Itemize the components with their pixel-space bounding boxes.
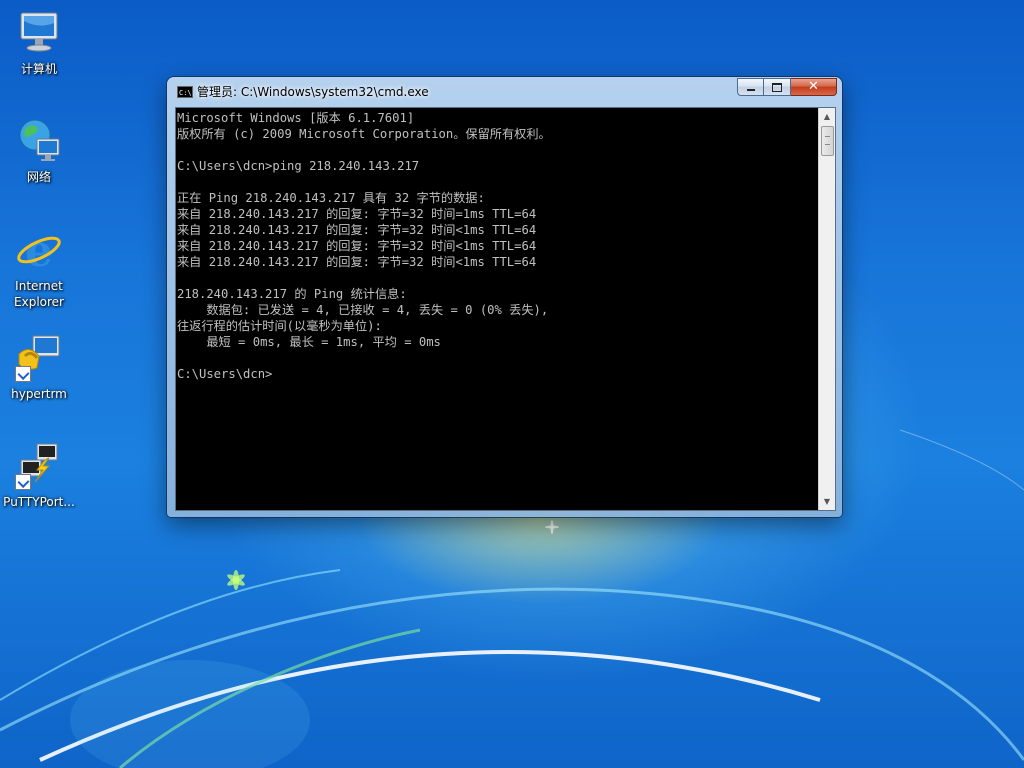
desktop-icon-network[interactable]: 网络 xyxy=(1,117,77,185)
console-line: 218.240.143.217 的 Ping 统计信息: xyxy=(177,287,407,301)
desktop-icon-label: PuTTYPort... xyxy=(3,495,75,509)
shortcut-arrow-icon xyxy=(15,366,31,382)
console-line: 版权所有 (c) 2009 Microsoft Corporation。保留所有… xyxy=(177,127,551,141)
svg-text:e: e xyxy=(25,226,53,274)
caption-buttons: ✕ xyxy=(737,78,837,96)
internet-explorer-icon: e xyxy=(15,226,63,277)
console-line: 来自 218.240.143.217 的回复: 字节=32 时间=1ms TTL… xyxy=(177,207,537,221)
scrollbar-thumb[interactable] xyxy=(821,126,834,156)
desktop-icon-putty[interactable]: PuTTYPort... xyxy=(1,442,77,510)
console-line: 来自 218.240.143.217 的回复: 字节=32 时间<1ms TTL… xyxy=(177,255,537,269)
network-icon xyxy=(15,117,63,165)
console-output: Microsoft Windows [版本 6.1.7601] 版权所有 (c)… xyxy=(177,110,817,506)
console-line: 最短 = 0ms, 最长 = 1ms, 平均 = 0ms xyxy=(206,335,441,349)
cmd-window[interactable]: C:\ 管理员: C:\Windows\system32\cmd.exe ✕ M… xyxy=(167,77,842,517)
console-area[interactable]: Microsoft Windows [版本 6.1.7601] 版权所有 (c)… xyxy=(175,107,836,511)
close-icon: ✕ xyxy=(808,79,819,94)
scroll-up-arrow-icon[interactable]: ▲ xyxy=(819,108,835,125)
desktop-icon-hypertrm[interactable]: hypertrm xyxy=(1,334,77,402)
minimize-icon xyxy=(746,89,755,91)
computer-icon xyxy=(15,9,63,57)
desktop-icon-label: 计算机 xyxy=(20,62,57,76)
desktop-icon-label: hypertrm xyxy=(11,387,67,401)
desktop-icon-internet-explorer[interactable]: e Internet Explorer xyxy=(1,226,77,310)
desktop-icon-computer[interactable]: 计算机 xyxy=(1,9,77,77)
shortcut-arrow-icon xyxy=(15,474,31,490)
console-line: 来自 218.240.143.217 的回复: 字节=32 时间<1ms TTL… xyxy=(177,239,537,253)
console-line: C:\Users\dcn> xyxy=(177,367,273,381)
minimize-button[interactable] xyxy=(737,78,764,96)
console-line: Microsoft Windows [版本 6.1.7601] xyxy=(177,111,415,125)
maximize-icon xyxy=(772,82,782,92)
console-line: 来自 218.240.143.217 的回复: 字节=32 时间<1ms TTL… xyxy=(177,223,537,237)
putty-icon xyxy=(15,442,63,490)
console-line: 往返行程的估计时间(以毫秒为单位): xyxy=(177,319,382,333)
window-title: 管理员: C:\Windows\system32\cmd.exe xyxy=(197,85,429,99)
console-line: 数据包: 已发送 = 4, 已接收 = 4, 丢失 = 0 (0% 丢失), xyxy=(206,303,549,317)
console-line: 正在 Ping 218.240.143.217 具有 32 字节的数据: xyxy=(177,191,485,205)
maximize-button[interactable] xyxy=(764,78,791,96)
scroll-down-arrow-icon[interactable]: ▼ xyxy=(819,493,835,510)
console-line: C:\Users\dcn>ping 218.240.143.217 xyxy=(177,159,420,173)
close-button[interactable]: ✕ xyxy=(791,78,837,96)
hyperterminal-icon xyxy=(15,334,63,382)
vertical-scrollbar[interactable]: ▲ ▼ xyxy=(818,108,835,510)
cmd-app-icon[interactable]: C:\ xyxy=(177,86,193,98)
desktop-icon-label: Internet Explorer xyxy=(14,279,64,309)
title-bar[interactable]: C:\ 管理员: C:\Windows\system32\cmd.exe ✕ xyxy=(167,77,842,105)
desktop-icon-label: 网络 xyxy=(26,170,51,184)
